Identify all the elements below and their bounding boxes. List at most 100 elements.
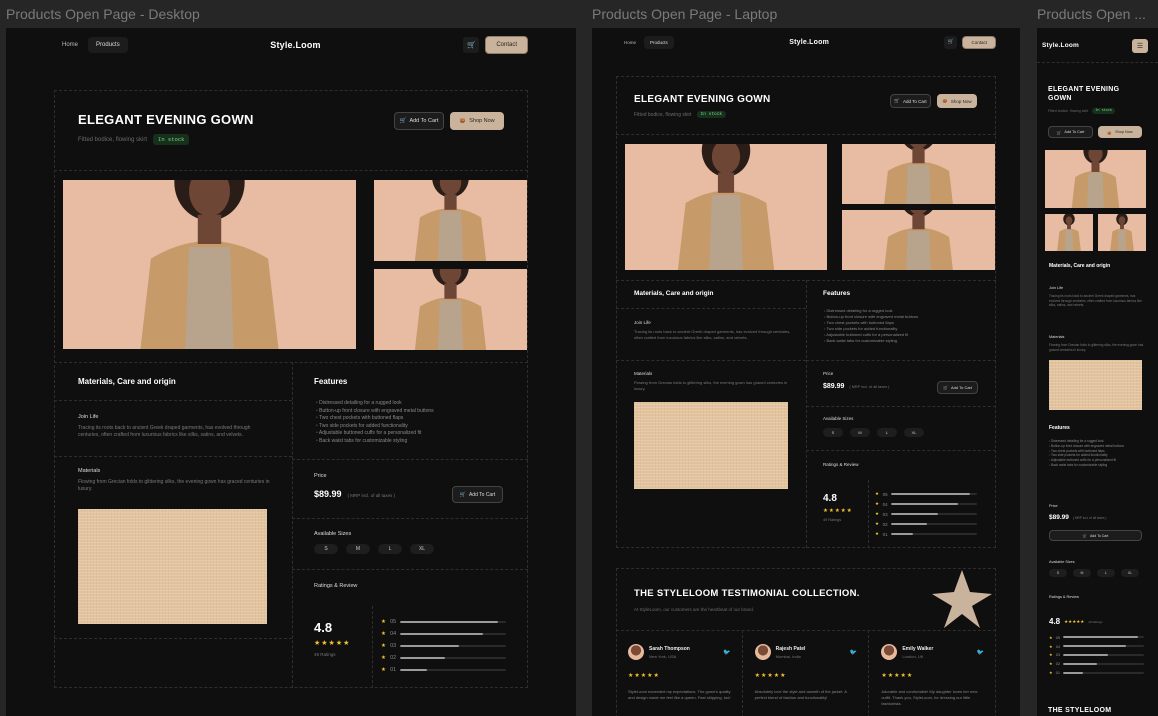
- price-label: Price: [823, 371, 834, 376]
- feature-item: Back waist tabs for customizable styling: [824, 338, 918, 344]
- product-thumb-image[interactable]: [374, 180, 527, 261]
- product-thumb-image[interactable]: [1098, 214, 1146, 251]
- cart-icon: 🛒: [1082, 533, 1087, 538]
- product-thumb-image[interactable]: [1045, 214, 1093, 251]
- feature-item: Back waist tabs for customizable styling: [1049, 463, 1149, 468]
- rating-row-bar: [1063, 645, 1144, 648]
- add-to-cart-button[interactable]: 🛒 Add To Cart: [1048, 126, 1093, 138]
- add-to-cart-button[interactable]: 🛒 Add To Cart: [890, 94, 931, 108]
- rating-count: 49 Ratings: [823, 518, 842, 522]
- materials-title: Materials: [78, 468, 101, 474]
- stock-badge: In stock: [153, 134, 190, 145]
- brand-logo[interactable]: Style.Loom: [1042, 42, 1079, 49]
- star-icon: ★: [1049, 643, 1053, 649]
- add-to-cart-button[interactable]: 🛒 Add To Cart: [394, 112, 444, 130]
- product-thumb-image[interactable]: [842, 210, 995, 270]
- testimonial-text: Adorable and comfortable! My daughter lo…: [881, 689, 978, 706]
- join-life-title: Join Life: [634, 320, 651, 325]
- twitter-icon[interactable]: 🐦: [850, 649, 857, 656]
- feature-item: Button-up front closure with engraved me…: [316, 408, 434, 416]
- rating-row: ★ 05: [381, 616, 506, 628]
- shop-now-button[interactable]: 👜 Shop Now: [450, 112, 504, 130]
- size-option-m[interactable]: M: [1073, 569, 1091, 577]
- size-option-s[interactable]: S: [314, 544, 338, 554]
- materials-title: Materials: [1049, 335, 1065, 339]
- rating-row: ★ 03: [381, 640, 506, 652]
- testimonial-name: Rajesh Patel: [775, 645, 806, 652]
- product-main-image[interactable]: [625, 144, 827, 270]
- rating-row-label: 05: [882, 491, 888, 497]
- product-main-image[interactable]: [1045, 150, 1146, 208]
- price-add-to-cart-button[interactable]: 🛒 Add To Cart: [1049, 530, 1142, 541]
- desktop-frame-label: Products Open Page - Desktop: [6, 6, 200, 22]
- rating-row-bar: [1063, 653, 1144, 656]
- materials-text: Flowing from Grecian folds to glittering…: [78, 479, 270, 493]
- nav-products-link[interactable]: Products: [88, 37, 128, 53]
- rating-row: ★ 04: [875, 499, 977, 509]
- star-icon: ★: [875, 511, 880, 516]
- nav-home-link[interactable]: Home: [618, 36, 642, 49]
- rating-row: ★ 03: [875, 509, 977, 519]
- shop-now-button[interactable]: 👜 Shop Now: [1098, 126, 1142, 138]
- size-option-l[interactable]: L: [378, 544, 402, 554]
- twitter-icon[interactable]: 🐦: [977, 649, 984, 656]
- cart-icon: 🛒: [1056, 130, 1062, 135]
- size-option-xl[interactable]: XL: [1121, 569, 1139, 577]
- size-option-xl[interactable]: XL: [904, 428, 924, 437]
- rating-row: ★ 05: [1049, 633, 1144, 642]
- brand-logo[interactable]: Style.Loom: [270, 40, 321, 50]
- size-option-l[interactable]: L: [877, 428, 897, 437]
- size-option-m[interactable]: M: [850, 428, 870, 437]
- menu-icon[interactable]: ☰: [1132, 39, 1148, 53]
- nav-home-link[interactable]: Home: [54, 37, 86, 53]
- rating-row: ★ 05: [875, 489, 977, 499]
- contact-button[interactable]: Contact: [962, 35, 996, 49]
- product-thumb-image[interactable]: [374, 269, 527, 350]
- product-title: ELEGANT EVENING GOWN: [78, 112, 254, 127]
- avatar: [881, 644, 898, 660]
- rating-row-bar: [891, 532, 977, 536]
- rating-row-label: 03: [1055, 652, 1061, 658]
- size-option-s[interactable]: S: [823, 428, 843, 437]
- product-main-image[interactable]: [63, 180, 356, 349]
- materials-text: Flowing from Grecian folds to glittering…: [1049, 343, 1144, 352]
- rating-score: 4.8: [1049, 617, 1061, 626]
- product-thumb-image[interactable]: [842, 144, 995, 204]
- rating-row-bar: [400, 632, 506, 636]
- star-icon: ★: [381, 667, 386, 673]
- cart-icon: 🛒: [942, 385, 948, 390]
- materials-heading: Materials, Care and origin: [78, 377, 176, 386]
- materials-text: Flowing from Grecian folds to glittering…: [634, 380, 788, 391]
- price-note: ( MRP incl. of all taxes ): [1072, 516, 1107, 520]
- nav-products-link[interactable]: Products: [644, 35, 674, 49]
- size-option-xl[interactable]: XL: [410, 544, 434, 554]
- sizes-label: Available Sizes: [1049, 560, 1075, 564]
- price-add-to-cart-button[interactable]: 🛒 Add To Cart: [937, 381, 978, 394]
- cart-icon: 🛒: [894, 98, 900, 103]
- materials-title: Materials: [634, 371, 653, 376]
- rating-row-bar: [891, 522, 977, 526]
- cart-icon[interactable]: 🛒: [944, 35, 958, 49]
- testimonial-text: StyleLoom exceeded my expectations. The …: [628, 689, 731, 700]
- rating-row-bar: [891, 502, 977, 506]
- price-add-to-cart-button[interactable]: 🛒 Add To Cart: [452, 486, 503, 503]
- cart-icon[interactable]: 🛒: [463, 37, 480, 53]
- rating-row-label: 03: [390, 643, 397, 649]
- rating-row-bar: [1063, 662, 1144, 665]
- testimonial-location: Mumbai, India: [775, 653, 801, 659]
- size-option-l[interactable]: L: [1097, 569, 1115, 577]
- size-option-m[interactable]: M: [346, 544, 370, 554]
- laptop-frame: Home Products Style.Loom 🛒 Contact ELEGA…: [592, 28, 1020, 716]
- brand-logo[interactable]: Style.Loom: [789, 39, 829, 46]
- shop-now-button[interactable]: 👜 Shop Now: [937, 94, 977, 108]
- testimonial-stars: ★★★★★: [881, 673, 914, 679]
- testimonial-card: Sarah Thompson New York, USA 🐦 ★★★★★ Sty…: [616, 630, 743, 716]
- twitter-icon[interactable]: 🐦: [723, 649, 730, 656]
- contact-button[interactable]: Contact: [485, 36, 528, 54]
- product-subtitle: Fitted bodice, flowing skirt: [634, 111, 692, 118]
- size-option-s[interactable]: S: [1049, 569, 1067, 577]
- features-list: Distressed detailing for a rugged look B…: [824, 308, 918, 344]
- rating-count: 49 Ratings: [314, 652, 336, 657]
- rating-stars: ★★★★★: [823, 508, 853, 514]
- testimonial-name: Emily Walker: [902, 645, 934, 652]
